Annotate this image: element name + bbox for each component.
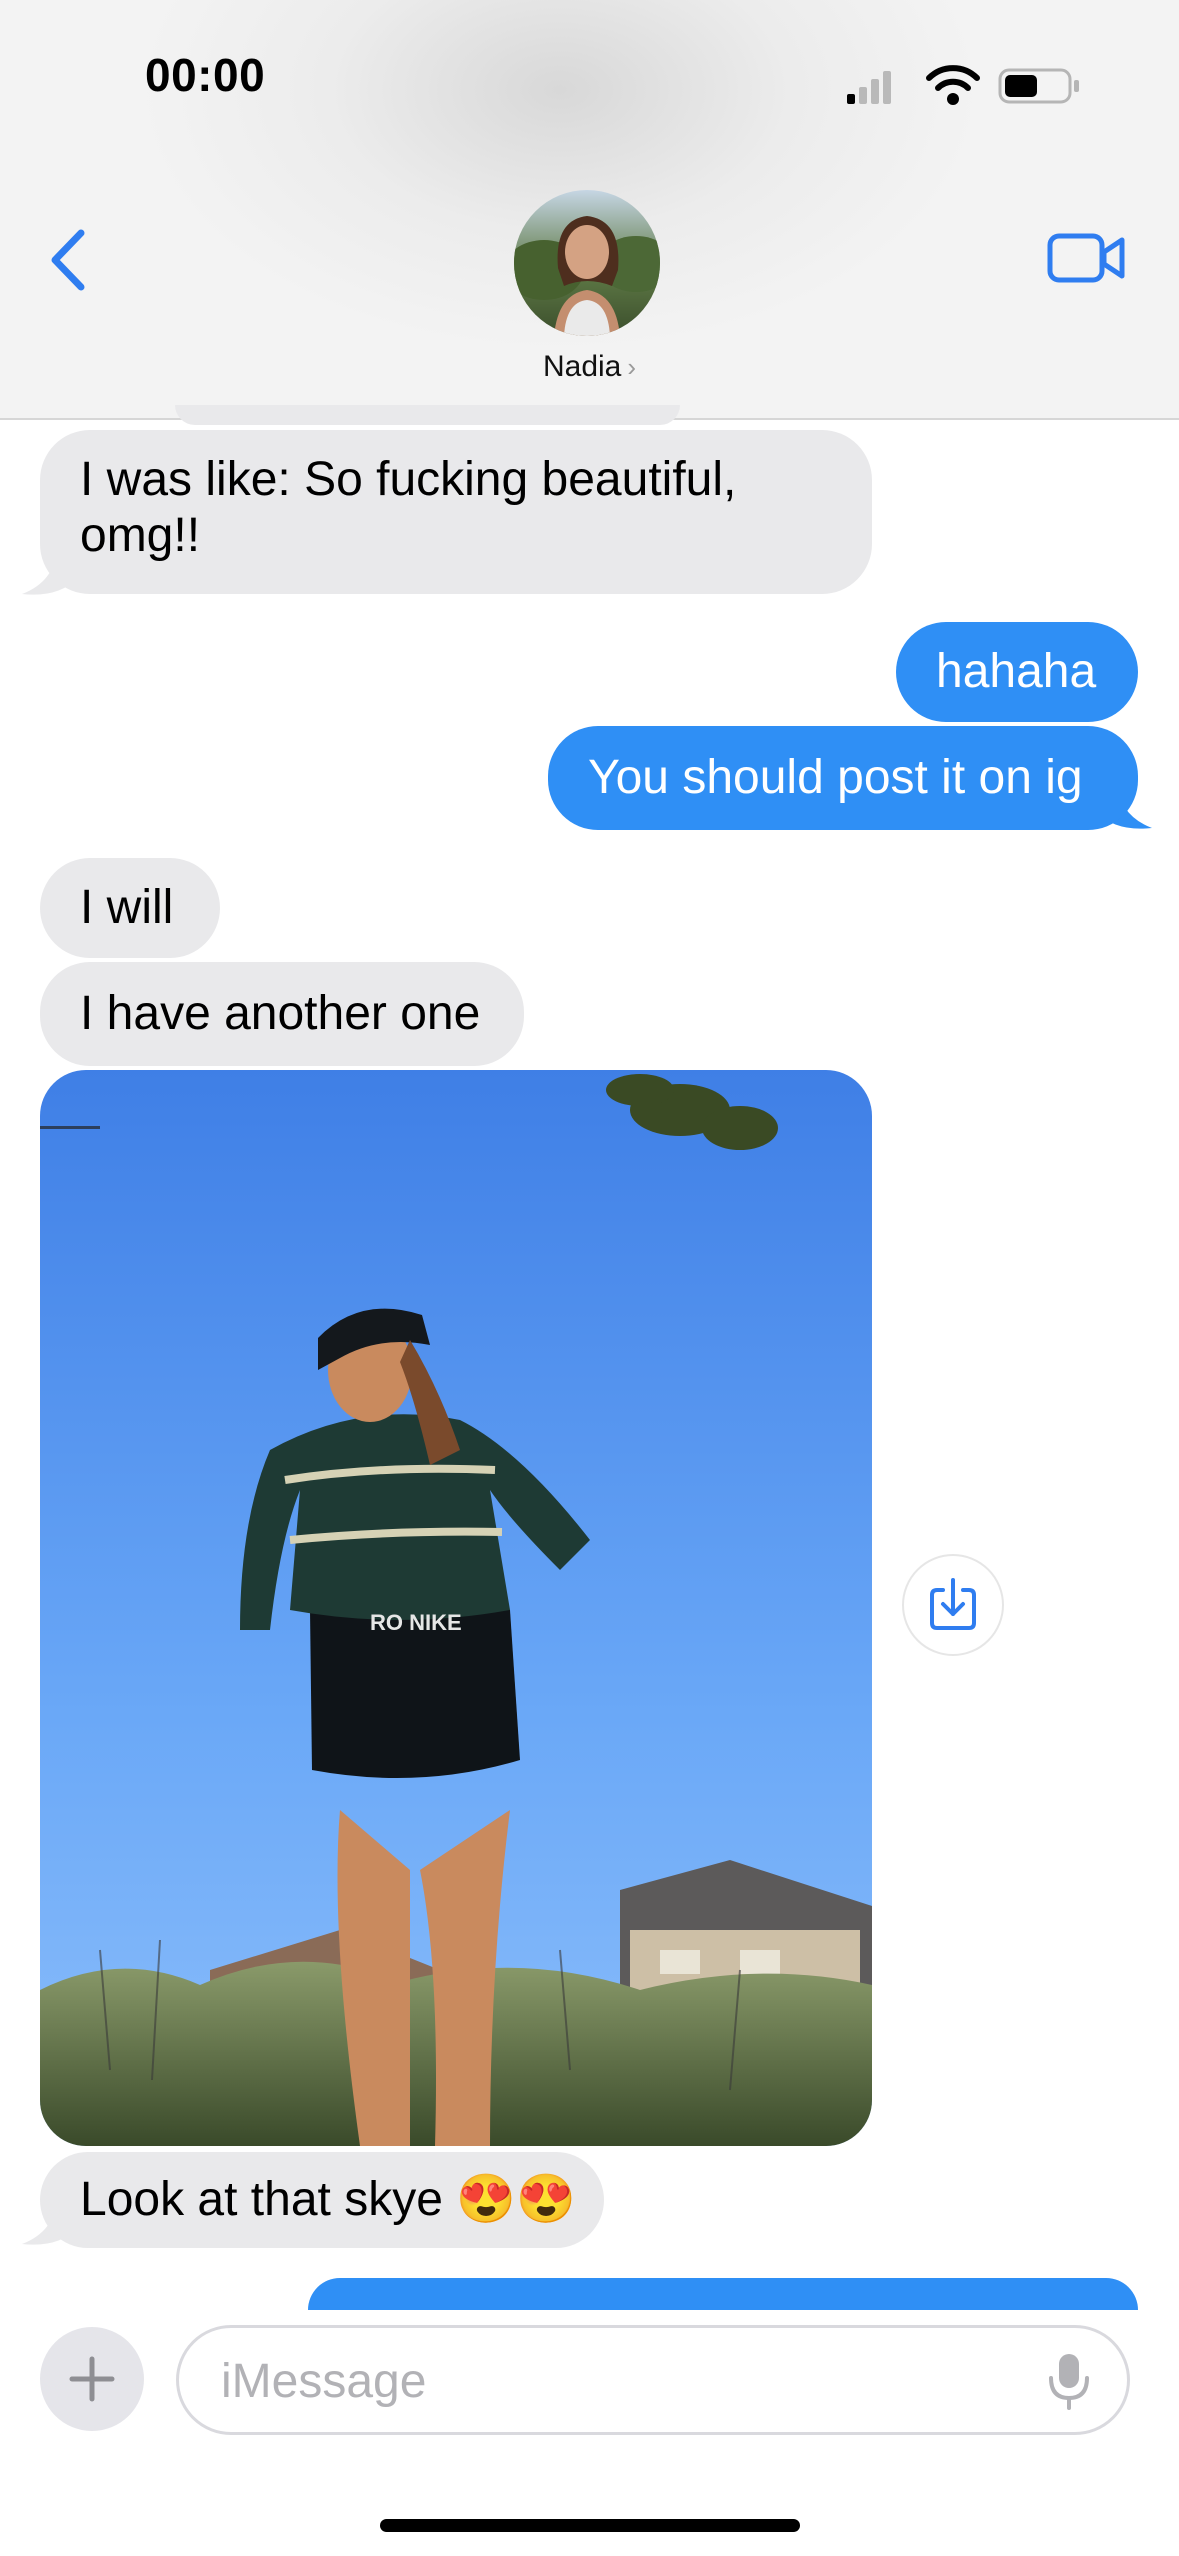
message-text: I have another one <box>80 987 481 1040</box>
cellular-signal-icon <box>845 68 893 106</box>
photo-attachment[interactable]: RO NIKE <box>40 1070 872 2146</box>
chevron-left-icon <box>51 229 85 291</box>
battery-icon <box>998 66 1082 106</box>
message-bubble-received[interactable]: I have another one <box>40 962 524 1066</box>
message-input[interactable] <box>219 2328 1003 2434</box>
message-bubble-sent[interactable]: You should post it on ig <box>548 726 1138 830</box>
message-text: Look at that skye 😍😍 <box>80 2173 576 2226</box>
previous-bubble-fragment <box>175 405 680 425</box>
message-text: You should post it on ig <box>588 751 1083 804</box>
back-button[interactable] <box>45 225 95 295</box>
apps-plus-button[interactable] <box>40 2327 144 2431</box>
svg-text:RO NIKE: RO NIKE <box>370 1610 462 1635</box>
contact-avatar[interactable] <box>514 190 660 336</box>
contact-name-text: Nadia <box>542 350 622 383</box>
chevron-right-icon: › <box>627 352 637 382</box>
message-bubble-sent[interactable]: hahaha <box>896 622 1138 722</box>
message-bubble-received[interactable]: I was like: So fucking beautiful, omg!! <box>40 430 872 594</box>
message-text: I was like: So fucking beautiful, omg!! <box>80 453 737 562</box>
conversation-header: 00:00 Nadia › <box>0 0 1179 420</box>
video-call-button[interactable] <box>1046 228 1128 288</box>
wifi-icon <box>925 63 981 107</box>
message-bubble-sent-partial[interactable] <box>308 2278 1138 2310</box>
contact-name[interactable]: Nadia › <box>0 350 1179 384</box>
message-text: I will <box>80 881 174 934</box>
plus-icon <box>69 2356 115 2402</box>
message-bubble-received[interactable]: Look at that skye 😍😍 <box>40 2152 604 2248</box>
save-download-icon <box>930 1578 976 1630</box>
dictation-button[interactable] <box>1039 2348 1099 2414</box>
message-bubble-received[interactable]: I will <box>40 858 220 958</box>
save-photo-button[interactable] <box>902 1554 1004 1656</box>
message-text: hahaha <box>936 645 1097 698</box>
message-input-field[interactable] <box>176 2325 1130 2435</box>
status-time: 00:00 <box>145 49 266 101</box>
home-indicator <box>380 2519 800 2532</box>
microphone-icon <box>1049 2354 1089 2410</box>
video-camera-icon <box>1047 233 1125 283</box>
